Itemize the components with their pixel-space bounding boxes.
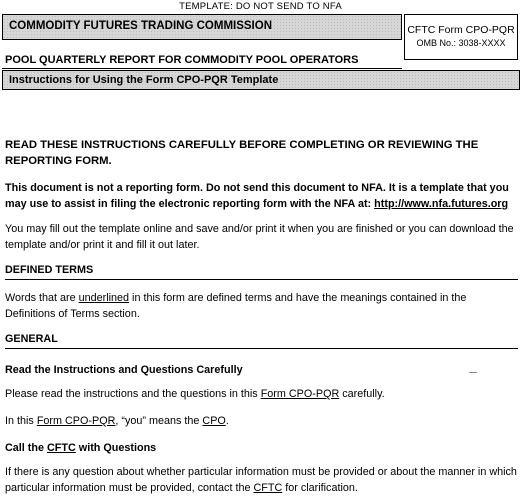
- read-carefully-notice: READ THESE INSTRUCTIONS CAREFULLY BEFORE…: [5, 139, 479, 167]
- general-rule: [5, 348, 518, 349]
- scan-speck: [469, 372, 477, 373]
- you-text-1: In this: [5, 415, 37, 427]
- call-heading-after: with Questions: [75, 442, 157, 454]
- cpo-link[interactable]: CPO: [202, 415, 225, 427]
- commission-header: COMMODITY FUTURES TRADING COMMISSION: [2, 14, 402, 40]
- call-heading-before: Call the: [5, 442, 47, 454]
- form-cpo-pqr-link[interactable]: Form CPO-PQR: [261, 388, 340, 400]
- read-text-before: Please read the instructions and the que…: [5, 388, 261, 400]
- defined-terms-paragraph: Words that are underlined in this form a…: [5, 290, 517, 322]
- you-means-paragraph: In this Form CPO-PQR, “you” means the CP…: [5, 413, 517, 429]
- form-cpo-pqr-link-2[interactable]: Form CPO-PQR: [37, 415, 116, 427]
- form-id-box: CFTC Form CPO-PQR OMB No.: 3038-XXXX: [404, 14, 518, 60]
- defined-terms-text-before: Words that are: [5, 292, 79, 304]
- instructions-header: Instructions for Using the Form CPO-PQR …: [2, 70, 520, 90]
- defined-terms-underlined: underlined: [78, 292, 130, 304]
- omb-number: OMB No.: 3038-XXXX: [416, 38, 506, 48]
- cftc-link-heading[interactable]: CFTC: [47, 442, 76, 454]
- template-notice: TEMPLATE: DO NOT SEND TO NFA: [179, 1, 342, 12]
- call-cftc-paragraph: If there is any question about whether p…: [5, 464, 517, 496]
- read-text-after: carefully.: [339, 388, 385, 400]
- report-title-rule: [2, 68, 402, 69]
- commission-name: COMMODITY FUTURES TRADING COMMISSION: [9, 20, 273, 32]
- fill-out-paragraph: You may fill out the template online and…: [5, 223, 514, 251]
- call-text-after: for clarification.: [282, 482, 358, 494]
- general-heading: GENERAL: [5, 333, 58, 345]
- instructions-header-label: Instructions for Using the Form CPO-PQR …: [9, 74, 279, 86]
- form-name: CFTC Form CPO-PQR: [407, 24, 515, 36]
- nfa-link[interactable]: http://www.nfa.futures.org: [374, 198, 508, 210]
- you-text-2: , “you” means the: [115, 415, 203, 427]
- cftc-link[interactable]: CFTC: [253, 482, 282, 494]
- defined-terms-rule: [5, 279, 518, 280]
- read-instructions-paragraph: Please read the instructions and the que…: [5, 386, 517, 402]
- you-text-3: .: [225, 415, 229, 427]
- call-cftc-heading: Call the CFTC with Questions: [5, 440, 517, 456]
- read-instructions-heading: Read the Instructions and Questions Care…: [5, 364, 243, 376]
- report-title: POOL QUARTERLY REPORT FOR COMMODITY POOL…: [5, 54, 359, 66]
- not-a-form-notice: This document is not a reporting form. D…: [5, 180, 517, 212]
- defined-terms-heading: DEFINED TERMS: [5, 264, 94, 276]
